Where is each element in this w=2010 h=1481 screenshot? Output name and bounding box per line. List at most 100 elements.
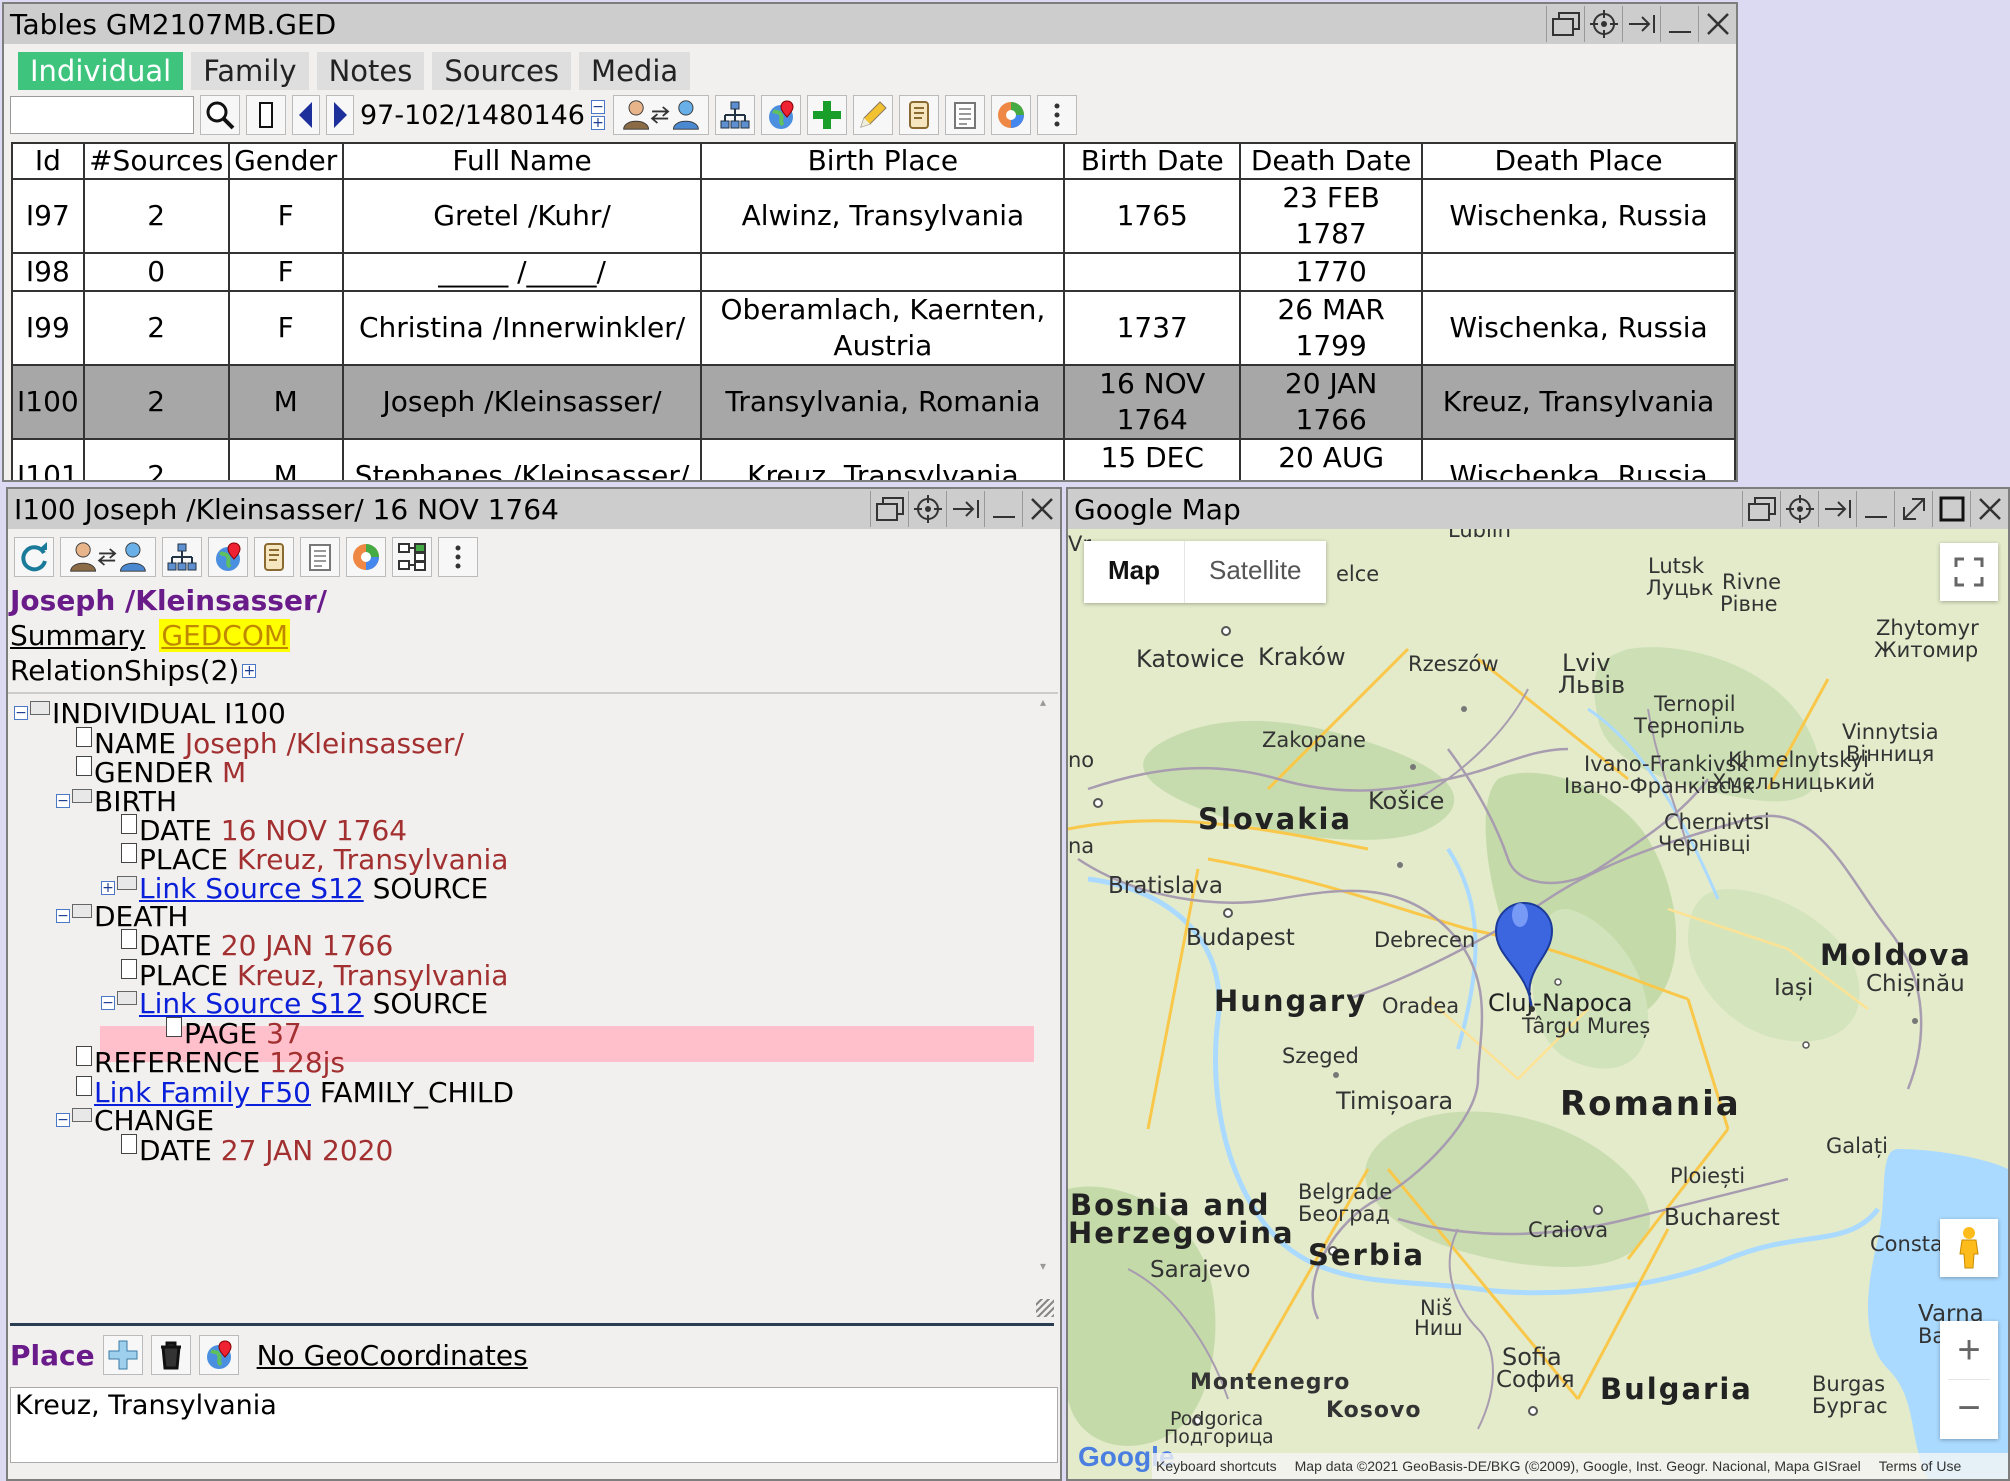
target-icon[interactable] xyxy=(908,491,946,527)
notes-icon[interactable] xyxy=(300,537,340,577)
table-cell[interactable]: I97 xyxy=(11,178,85,254)
table-cell[interactable]: 2 xyxy=(82,438,230,480)
table-cell[interactable]: Joseph /Kleinsasser/ xyxy=(341,364,703,440)
table-cell[interactable]: Stephanes /Kleinsasser/ xyxy=(341,438,703,480)
table-cell[interactable]: Alwinz, Transylvania xyxy=(700,178,1066,254)
terms-of-use-link[interactable]: Terms of Use xyxy=(1879,1458,1961,1474)
table-cell[interactable]: 20 JAN 1766 xyxy=(1239,364,1424,440)
summary-link[interactable]: Summary xyxy=(10,619,145,652)
sources-scroll-icon[interactable] xyxy=(898,95,939,135)
table-cell[interactable]: 1765 xyxy=(1063,178,1242,254)
map-title-bar[interactable]: Google Map xyxy=(1068,489,2008,529)
table-row[interactable]: I99 2 F Christina /Innerwinkler/Oberamlach,… xyxy=(11,290,1736,366)
column-header[interactable]: Id xyxy=(11,142,85,180)
search-icon[interactable] xyxy=(200,95,240,135)
column-header[interactable]: Death Date xyxy=(1239,142,1424,180)
splitter[interactable] xyxy=(10,1323,1054,1326)
table-cell[interactable]: 20 AUG 1771 xyxy=(1239,438,1424,480)
target-icon[interactable] xyxy=(1780,491,1818,527)
tab-family[interactable]: Family xyxy=(191,52,309,90)
relationships-row[interactable]: RelationShips(2) + xyxy=(10,654,258,687)
table-cell[interactable]: M xyxy=(227,364,344,440)
table-cell[interactable]: Kreuz, Transylvania xyxy=(700,438,1066,480)
notes-icon[interactable] xyxy=(944,95,985,135)
minimize-icon[interactable] xyxy=(1856,491,1894,527)
table-cell[interactable]: 2 xyxy=(82,178,230,254)
table-cell[interactable]: 1737 xyxy=(1063,290,1242,366)
swap-persons-icon[interactable] xyxy=(612,95,709,135)
refresh-icon[interactable] xyxy=(14,537,54,577)
next-icon[interactable] xyxy=(326,95,354,135)
trash-icon[interactable] xyxy=(150,1335,191,1375)
cascade-icon[interactable] xyxy=(1742,491,1780,527)
table-cell[interactable]: Wischenka, Russia xyxy=(1421,438,1736,480)
minimize-icon[interactable] xyxy=(1660,6,1698,42)
close-icon[interactable] xyxy=(1022,491,1060,527)
edit-pencil-icon[interactable] xyxy=(852,95,893,135)
table-cell[interactable]: M xyxy=(227,438,344,480)
table-cell[interactable]: F xyxy=(227,178,344,254)
table-row[interactable]: I100 2 M Joseph /Kleinsasser/Transylvania, … xyxy=(11,364,1736,440)
street-view-pegman-icon[interactable] xyxy=(1940,1219,1998,1277)
map-type-map-button[interactable]: Map xyxy=(1084,541,1184,603)
maximize-icon[interactable] xyxy=(1932,491,1970,527)
table-row[interactable]: I101 2 M Stephanes /Kleinsasser/Kreuz, Tran… xyxy=(11,438,1736,480)
table-cell[interactable]: I99 xyxy=(11,290,85,366)
restore-icon[interactable] xyxy=(1894,491,1932,527)
map-type-satellite-button[interactable]: Satellite xyxy=(1184,541,1326,603)
table-cell[interactable]: 15 DEC 1765 xyxy=(1063,438,1242,480)
table-cell[interactable]: 1770 xyxy=(1239,252,1424,292)
column-header[interactable]: Gender xyxy=(227,142,344,180)
tab-notes[interactable]: Notes xyxy=(316,52,425,90)
sources-scroll-icon[interactable] xyxy=(254,537,294,577)
close-icon[interactable] xyxy=(1970,491,2008,527)
no-geocoordinates-link[interactable]: No GeoCoordinates xyxy=(257,1339,528,1372)
minimize-icon[interactable] xyxy=(984,491,1022,527)
table-cell[interactable]: 0 xyxy=(82,252,230,292)
table-cell[interactable]: 26 MAR 1799 xyxy=(1239,290,1424,366)
table-cell[interactable]: I98 xyxy=(11,252,85,292)
add-icon[interactable] xyxy=(806,95,847,135)
gedcom-link[interactable]: GEDCOM xyxy=(159,619,291,652)
column-header[interactable]: Death Place xyxy=(1421,142,1736,180)
table-cell[interactable] xyxy=(700,252,1066,292)
tab-sources[interactable]: Sources xyxy=(432,52,572,90)
table-row[interactable]: I97 2 F Gretel /Kuhr/Alwinz, Transylvania 17… xyxy=(11,178,1736,254)
search-input[interactable] xyxy=(10,96,194,134)
resize-grip-icon[interactable] xyxy=(1036,1299,1054,1317)
table-cell[interactable]: _____ /_____/ xyxy=(341,252,703,292)
table-cell[interactable] xyxy=(1421,252,1736,292)
keyboard-shortcuts-link[interactable]: Keyboard shortcuts xyxy=(1156,1458,1277,1474)
table-cell[interactable]: Transylvania, Romania xyxy=(700,364,1066,440)
map-globe-icon[interactable] xyxy=(760,95,801,135)
table-cell[interactable]: Wischenka, Russia xyxy=(1421,178,1736,254)
table-cell[interactable]: Wischenka, Russia xyxy=(1421,290,1736,366)
table-cell[interactable]: Gretel /Kuhr/ xyxy=(341,178,703,254)
google-map[interactable]: Lublin Lutsk Луцьк Rivne Рівне Zhytomyr … xyxy=(1068,529,2008,1479)
first-record-icon[interactable] xyxy=(246,95,286,135)
zoom-in-button[interactable]: + xyxy=(1940,1321,1998,1379)
table-cell[interactable]: 2 xyxy=(82,364,230,440)
tab-media[interactable]: Media xyxy=(579,52,691,90)
tab-individual[interactable]: Individual xyxy=(18,52,184,90)
dock-icon[interactable] xyxy=(1622,6,1660,42)
place-textarea[interactable]: Kreuz, Transylvania xyxy=(10,1387,1058,1463)
chart-pie-icon[interactable] xyxy=(990,95,1031,135)
table-cell[interactable]: Oberamlach, Kaernten, Austria xyxy=(700,290,1066,366)
fullscreen-icon[interactable] xyxy=(1940,543,1998,601)
column-header[interactable]: Full Name xyxy=(341,142,703,180)
tree-scrollbar[interactable]: ▴ ▾ xyxy=(1036,695,1050,1275)
cascade-icon[interactable] xyxy=(870,491,908,527)
table-cell[interactable] xyxy=(1063,252,1242,292)
table-cell[interactable]: 16 NOV 1764 xyxy=(1063,364,1242,440)
range-expand-collapse[interactable]: − + xyxy=(590,100,607,130)
table-cell[interactable]: F xyxy=(227,252,344,292)
tree-node-change-date[interactable]: DATE 27 JAN 2020 xyxy=(121,1132,393,1168)
map-globe-icon[interactable] xyxy=(208,537,248,577)
map-globe-icon[interactable] xyxy=(198,1335,239,1375)
family-tree-icon[interactable] xyxy=(162,537,202,577)
table-cell[interactable]: F xyxy=(227,290,344,366)
layout-grid-icon[interactable] xyxy=(392,537,432,577)
previous-icon[interactable] xyxy=(292,95,320,135)
table-cell[interactable]: I101 xyxy=(11,438,85,480)
